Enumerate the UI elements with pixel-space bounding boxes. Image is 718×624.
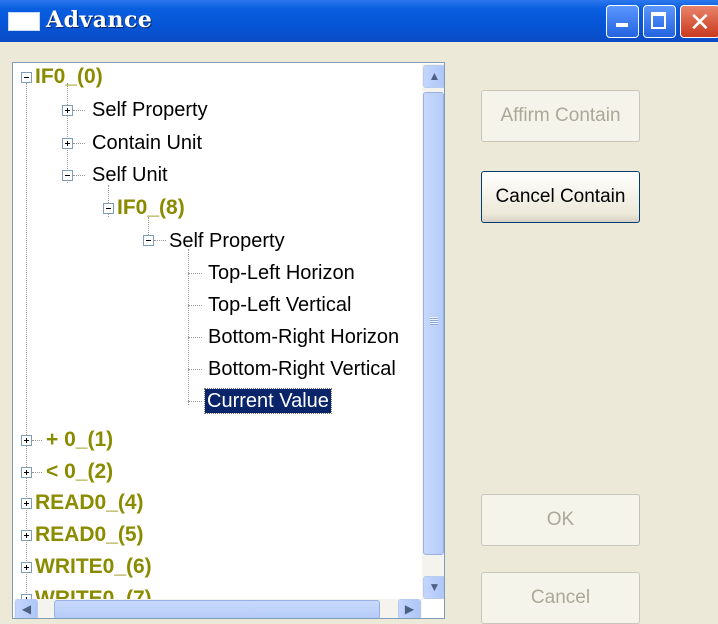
tree-line — [154, 240, 166, 241]
app-icon — [8, 12, 40, 31]
scroll-up-button[interactable]: ▲ — [423, 65, 444, 88]
tree-line — [32, 472, 42, 473]
tree-node-sibling[interactable]: READ0_(4) — [35, 491, 144, 515]
close-icon: ✕ — [689, 7, 711, 37]
tree-node-contain-unit[interactable]: Contain Unit — [92, 131, 202, 155]
cancel-button[interactable]: Cancel — [481, 572, 640, 624]
tree-node-sub-self-property[interactable]: Self Property — [169, 229, 285, 253]
tree-node-sibling[interactable]: WRITE0_(6) — [35, 555, 152, 579]
expand-icon[interactable] — [62, 138, 73, 149]
expand-icon[interactable] — [62, 105, 73, 116]
scroll-right-button[interactable]: ▶ — [398, 599, 421, 618]
expand-icon[interactable] — [21, 435, 32, 446]
tree-node-self-property[interactable]: Self Property — [92, 98, 208, 122]
tree-line — [188, 337, 202, 338]
tree-line — [188, 369, 202, 370]
tree-line — [73, 175, 85, 176]
tree-line — [67, 83, 68, 183]
title-bar: Advance ✕ — [0, 0, 718, 42]
cancel-contain-button[interactable]: Cancel Contain — [481, 171, 640, 223]
expand-icon[interactable] — [21, 467, 32, 478]
window-title: Advance — [46, 7, 153, 33]
ok-button[interactable]: OK — [481, 494, 640, 546]
collapse-icon[interactable] — [103, 203, 114, 214]
tree-view[interactable]: IF0_(0) Self Property Contain Unit Self … — [12, 62, 445, 619]
tree-line — [32, 440, 42, 441]
scroll-down-button[interactable]: ▼ — [423, 576, 444, 599]
tree-line — [188, 305, 202, 306]
horizontal-scrollbar[interactable]: ◀ ▶ — [14, 599, 422, 618]
scroll-left-button[interactable]: ◀ — [15, 599, 38, 618]
affirm-contain-button[interactable]: Affirm Contain — [481, 90, 640, 142]
tree-node-selected[interactable]: Current Value — [204, 388, 332, 414]
tree-node-sibling[interactable]: READ0_(5) — [35, 523, 144, 547]
expand-icon[interactable] — [21, 562, 32, 573]
tree-node-sub[interactable]: IF0_(8) — [117, 196, 185, 220]
tree-node-sibling[interactable]: < 0_(2) — [46, 460, 113, 484]
maximize-button[interactable] — [643, 5, 676, 38]
minimize-icon — [616, 23, 628, 27]
tree-node-property[interactable]: Bottom-Right Horizon — [208, 325, 399, 349]
collapse-icon[interactable] — [62, 170, 73, 181]
collapse-icon[interactable] — [143, 235, 154, 246]
expand-icon[interactable] — [21, 530, 32, 541]
minimize-button[interactable] — [606, 5, 639, 38]
tree-line — [188, 273, 202, 274]
tree-node-property[interactable]: Top-Left Vertical — [208, 293, 351, 317]
expand-icon[interactable] — [21, 498, 32, 509]
tree-node-self-unit[interactable]: Self Unit — [92, 163, 168, 187]
close-button[interactable]: ✕ — [680, 5, 718, 38]
horizontal-scroll-thumb[interactable] — [54, 600, 380, 618]
tree-node-property[interactable]: Bottom-Right Vertical — [208, 357, 396, 381]
collapse-icon[interactable] — [21, 72, 32, 83]
tree-line — [73, 143, 85, 144]
tree-line — [73, 110, 85, 111]
grip-icon — [430, 317, 438, 325]
tree-node-property[interactable]: Top-Left Horizon — [208, 261, 355, 285]
scroll-thumb[interactable] — [423, 92, 444, 555]
maximize-icon — [651, 12, 666, 29]
tree-node-root[interactable]: IF0_(0) — [35, 65, 103, 89]
tree-line — [188, 401, 202, 402]
vertical-scrollbar[interactable]: ▲ ▼ — [422, 64, 444, 599]
tree-node-sibling[interactable]: + 0_(1) — [46, 428, 113, 452]
